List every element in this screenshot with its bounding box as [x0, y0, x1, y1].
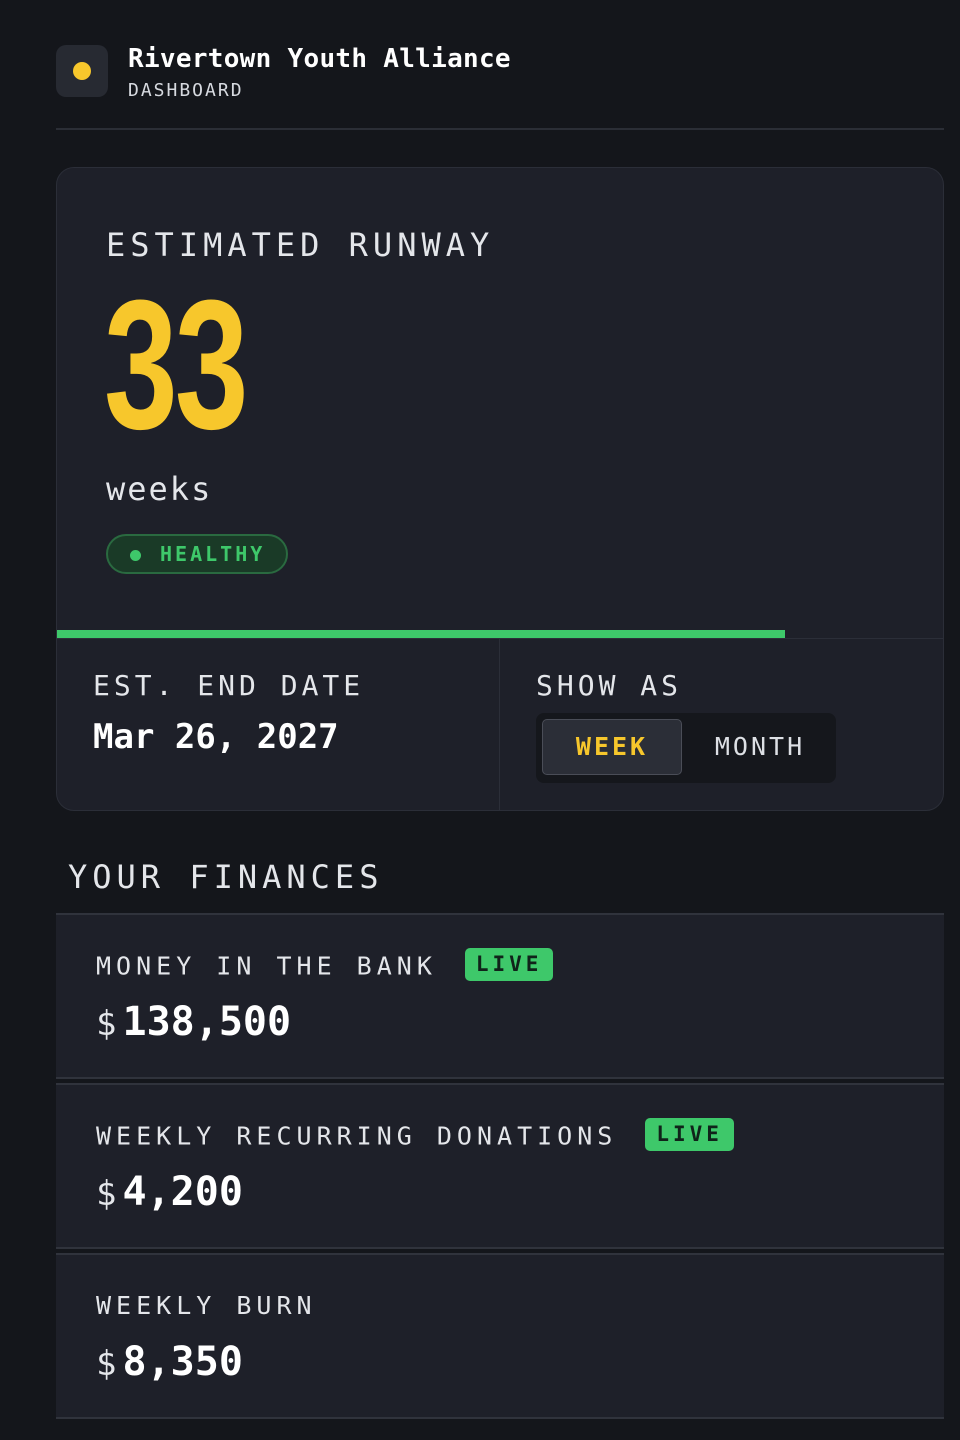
finance-label: WEEKLY RECURRING DONATIONS LIVE	[96, 1118, 734, 1154]
status-badge: HEALTHY	[106, 534, 288, 574]
runway-unit: weeks	[106, 470, 213, 508]
header: Rivertown Youth Alliance DASHBOARD	[56, 44, 944, 130]
unit-toggle: WEEK MONTH	[536, 713, 836, 783]
finance-value: $8,350	[96, 1339, 243, 1385]
currency-symbol: $	[96, 1344, 117, 1384]
finance-label: WEEKLY BURN	[96, 1291, 317, 1320]
page-subtitle: DASHBOARD	[128, 80, 244, 101]
show-as-section: SHOW AS WEEK MONTH	[500, 639, 943, 810]
runway-value: 33	[104, 261, 248, 467]
finance-label-text: MONEY IN THE BANK	[96, 951, 437, 981]
runway-card-footer: EST. END DATE Mar 26, 2027 SHOW AS WEEK …	[57, 638, 943, 810]
finances-title: YOUR FINANCES	[68, 858, 384, 896]
logo-dot-icon	[73, 62, 91, 80]
runway-label: ESTIMATED RUNWAY	[106, 226, 495, 264]
show-as-label: SHOW AS	[536, 669, 683, 702]
runway-card: ESTIMATED RUNWAY 33 weeks HEALTHY EST. E…	[56, 167, 944, 811]
currency-symbol: $	[96, 1174, 117, 1214]
finance-amount: 4,200	[122, 1169, 243, 1215]
finance-amount: 138,500	[122, 999, 292, 1045]
org-name: Rivertown Youth Alliance	[128, 44, 511, 74]
status-text: HEALTHY	[160, 542, 266, 566]
month-toggle-button[interactable]: MONTH	[692, 719, 828, 775]
status-dot-icon	[130, 550, 141, 561]
finances-list: MONEY IN THE BANK LIVE $138,500 WEEKLY RE…	[56, 913, 944, 1423]
finance-label: MONEY IN THE BANK LIVE	[96, 948, 554, 984]
finance-label-text: WEEKLY BURN	[96, 1291, 317, 1320]
runway-progress-fill	[57, 630, 786, 638]
live-badge: LIVE	[464, 948, 554, 981]
org-logo[interactable]	[56, 45, 108, 97]
dashboard-app: Rivertown Youth Alliance DASHBOARD ESTIM…	[0, 0, 960, 1440]
week-toggle-button[interactable]: WEEK	[542, 719, 682, 775]
finance-row-burn: WEEKLY BURN $8,350	[56, 1253, 944, 1419]
finance-amount: 8,350	[122, 1339, 243, 1385]
runway-progress-bar	[57, 630, 943, 638]
end-date-section: EST. END DATE Mar 26, 2027	[57, 639, 500, 810]
end-date-value: Mar 26, 2027	[93, 717, 339, 757]
finance-row-donations: WEEKLY RECURRING DONATIONS LIVE $4,200	[56, 1083, 944, 1249]
finance-value: $138,500	[96, 999, 291, 1045]
end-date-label: EST. END DATE	[93, 669, 365, 702]
live-badge: LIVE	[645, 1118, 734, 1151]
finance-label-text: WEEKLY RECURRING DONATIONS	[96, 1121, 618, 1151]
currency-symbol: $	[96, 1004, 117, 1044]
finance-row-bank: MONEY IN THE BANK LIVE $138,500	[56, 913, 944, 1079]
finance-value: $4,200	[96, 1169, 243, 1215]
